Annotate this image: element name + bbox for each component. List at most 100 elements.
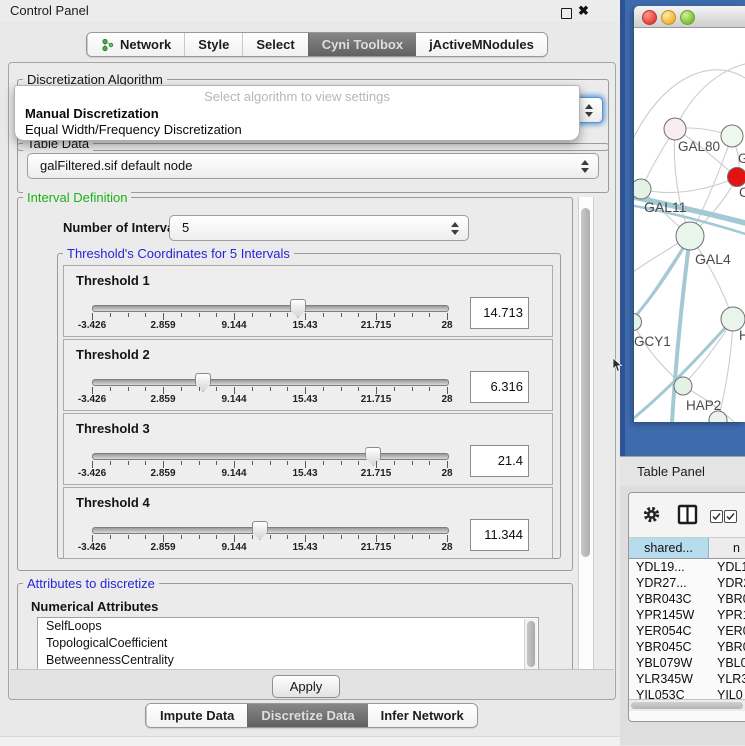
- settings-scrollbar[interactable]: [578, 197, 594, 669]
- table-row[interactable]: YBR043C YBR0: [629, 591, 745, 607]
- checkbox-icon[interactable]: [710, 510, 723, 523]
- cell-shared-name: YBR045C: [636, 639, 692, 655]
- attributes-group-title: Attributes to discretize: [23, 576, 159, 591]
- slider-track[interactable]: [92, 527, 449, 534]
- dropdown-item-equal-width[interactable]: Equal Width/Frequency Discretization: [25, 122, 242, 137]
- threshold-panel: Threshold 1 -3.4262.8599.14415.4321.7152…: [63, 265, 553, 337]
- float-panel-icon[interactable]: [561, 8, 572, 19]
- num-intervals-label: Number of Intervals: [63, 220, 185, 235]
- tab[interactable]: Style: [184, 33, 242, 56]
- network-node-label: H: [739, 328, 745, 343]
- close-panel-icon[interactable]: ✖: [578, 3, 589, 19]
- attributes-listbox[interactable]: SelfLoopsTopologicalCoefficientBetweenne…: [37, 617, 539, 671]
- column-header-name[interactable]: n: [709, 538, 745, 559]
- network-node[interactable]: [664, 118, 686, 140]
- table-row[interactable]: YBR045C YBR0: [629, 639, 745, 655]
- tab[interactable]: Discretize Data: [247, 704, 367, 727]
- panel-title: Control Panel: [10, 0, 89, 22]
- tab[interactable]: jActiveMNodules: [416, 33, 547, 56]
- column-header-shared-name[interactable]: shared...: [629, 538, 709, 559]
- network-node[interactable]: [634, 179, 651, 199]
- apply-button[interactable]: Apply: [272, 675, 340, 698]
- table-row[interactable]: YER054C YER0: [629, 623, 745, 639]
- gear-icon[interactable]: [642, 505, 661, 524]
- dropdown-hint: Select algorithm to view settings: [15, 89, 579, 104]
- threshold-list: Threshold 1 -3.4262.8599.14415.4321.7152…: [63, 265, 553, 561]
- network-node[interactable]: [634, 314, 642, 331]
- cell-shared-name: YER054C: [636, 623, 692, 639]
- cell-name: YLR3: [717, 671, 745, 687]
- split-columns-icon[interactable]: [677, 504, 698, 525]
- list-scrollbar[interactable]: [524, 619, 537, 669]
- table-row[interactable]: YDR27... YDR2: [629, 575, 745, 591]
- table-data-combobox-value: galFiltered.sif default node: [40, 154, 192, 178]
- threshold-value-field[interactable]: 11.344: [470, 519, 529, 551]
- table-row[interactable]: YBL079W YBL0: [629, 655, 745, 671]
- threshold-panel: Threshold 3 -3.4262.8599.14415.4321.7152…: [63, 413, 553, 485]
- cell-shared-name: YBL079W: [636, 655, 692, 671]
- cell-name: YER0: [717, 623, 745, 639]
- numerical-attributes-label: Numerical Attributes: [31, 599, 158, 614]
- window-zoom-icon[interactable]: [680, 10, 695, 25]
- threshold-label: Threshold 4: [76, 495, 150, 510]
- cell-shared-name: YBR043C: [636, 591, 692, 607]
- control-panel-titlebar: Control Panel ✖: [0, 0, 620, 22]
- scrollbar-thumb[interactable]: [631, 702, 743, 709]
- table-panel-titlebar: Table Panel: [620, 456, 745, 487]
- threshold-panel: Threshold 2 -3.4262.8599.14415.4321.7152…: [63, 339, 553, 411]
- list-item[interactable]: SelfLoops: [38, 618, 538, 635]
- network-node[interactable]: [674, 377, 692, 395]
- threshold-label: Threshold 3: [76, 421, 150, 436]
- list-item[interactable]: TopologicalCoefficient: [38, 635, 538, 652]
- checkbox-icon[interactable]: [724, 510, 737, 523]
- network-window-titlebar: [634, 6, 745, 28]
- slider-track[interactable]: [92, 305, 449, 312]
- network-node[interactable]: [721, 125, 743, 147]
- mouse-cursor: [612, 358, 623, 373]
- network-node-label: GCY1: [634, 334, 671, 349]
- network-canvas[interactable]: GAL80GCGAL11GAL4GCY1HHAP2: [634, 28, 745, 422]
- cell-shared-name: YLR345W: [636, 671, 693, 687]
- window-minimize-icon[interactable]: [661, 10, 676, 25]
- scrollbar-thumb[interactable]: [581, 208, 590, 557]
- cell-name: YDL1: [717, 559, 745, 575]
- threshold-value-field[interactable]: 6.316: [470, 371, 529, 403]
- tab[interactable]: Network: [87, 33, 184, 56]
- network-node[interactable]: [676, 222, 704, 250]
- threshold-value-field[interactable]: 14.713: [470, 297, 529, 329]
- table-panel-body: shared... n YDL19... YDL1 YDR27... YDR2 …: [620, 486, 745, 745]
- list-item[interactable]: BetweennessCentrality: [38, 652, 538, 669]
- cell-shared-name: YDR27...: [636, 575, 687, 591]
- slider-track[interactable]: [92, 453, 449, 460]
- table-row[interactable]: YDL19... YDL1: [629, 559, 745, 575]
- network-nodes[interactable]: [634, 118, 745, 422]
- num-intervals-value: 5: [182, 216, 189, 240]
- slider-track[interactable]: [92, 379, 449, 386]
- network-view-window[interactable]: GAL80GCGAL11GAL4GCY1HHAP2: [634, 6, 745, 422]
- cell-name: YPR1: [717, 607, 745, 623]
- table-hscrollbar[interactable]: [629, 699, 745, 711]
- spinner-arrows-icon: [451, 222, 460, 235]
- settings-panel: Discretization Algorithm Select algorith…: [8, 62, 616, 700]
- table-data-combobox[interactable]: galFiltered.sif default node: [27, 153, 599, 179]
- tab[interactable]: Select: [242, 33, 307, 56]
- tab[interactable]: Infer Network: [368, 704, 477, 727]
- table-toolbar: [629, 493, 745, 538]
- app-root: { "control_panel": { "title": "Control P…: [0, 0, 745, 745]
- threshold-label: Threshold 1: [76, 273, 150, 288]
- tab[interactable]: Impute Data: [146, 704, 247, 727]
- apply-strip: Apply: [10, 669, 614, 699]
- network-node[interactable]: [728, 168, 745, 187]
- tabstrip-top: NetworkStyleSelectCyni ToolboxjActiveMNo…: [86, 32, 548, 57]
- window-close-icon[interactable]: [642, 10, 657, 25]
- tab[interactable]: Cyni Toolbox: [308, 33, 416, 56]
- attributes-list: SelfLoopsTopologicalCoefficientBetweenne…: [38, 618, 538, 669]
- table-header: shared... n: [629, 538, 745, 559]
- num-intervals-spinner[interactable]: 5: [169, 215, 469, 241]
- table-row[interactable]: YPR145W YPR1: [629, 607, 745, 623]
- dropdown-item-manual[interactable]: Manual Discretization: [25, 106, 159, 121]
- network-node-label: C: [739, 185, 745, 200]
- table-row[interactable]: YLR345W YLR3: [629, 671, 745, 687]
- threshold-value-field[interactable]: 21.4: [470, 445, 529, 477]
- right-region: GAL80GCGAL11GAL4GCY1HHAP2 Table Panel: [620, 0, 745, 745]
